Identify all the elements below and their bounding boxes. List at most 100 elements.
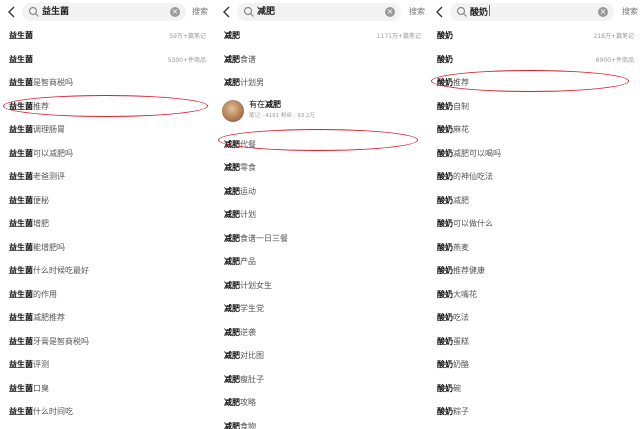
- suggestion-row[interactable]: 减肥逆袭: [215, 321, 425, 345]
- suggestion-suffix: 瘦肚子: [240, 374, 264, 384]
- suggestion-row[interactable]: 益生菌增肥: [0, 212, 210, 236]
- clear-icon[interactable]: ×: [170, 7, 180, 17]
- suggestion-keyword: 益生菌: [9, 266, 33, 275]
- suggestion-text: 益生菌老爸测评: [9, 171, 65, 182]
- suggestion-row[interactable]: 酸奶蛋糕: [428, 330, 638, 354]
- suggestion-row[interactable]: 酸奶大嘴花: [428, 283, 638, 307]
- suggestion-text: 减肥计划女生: [224, 280, 272, 291]
- suggestion-row[interactable]: 酸奶自制: [428, 95, 638, 119]
- clear-icon[interactable]: ×: [598, 7, 608, 17]
- suggestion-suffix: 老爸测评: [33, 172, 65, 181]
- suggestion-row[interactable]: 酸奶减肥: [428, 189, 638, 213]
- suggestion-row[interactable]: 减肥产品: [215, 250, 425, 274]
- suggestion-row[interactable]: 酸奶燕麦: [428, 236, 638, 260]
- suggestion-text: 酸奶自制: [437, 101, 469, 112]
- suggestion-row[interactable]: 益生菌能增肥吗: [0, 236, 210, 260]
- suggestion-text: 减肥产品: [224, 256, 256, 267]
- suggestion-row[interactable]: 益生菌老爸测评: [0, 165, 210, 189]
- suggestion-row[interactable]: 益生菌什么时间吃: [0, 400, 210, 424]
- suggestion-row[interactable]: 减肥学生党: [215, 297, 425, 321]
- user-suggestion-row[interactable]: 有在减肥 笔记 · 4161 粉丝 · 93.2万: [215, 95, 425, 133]
- suggestion-count: 1171万+篇笔记: [376, 33, 421, 40]
- suggestion-row[interactable]: 酸奶的神仙吃法: [428, 165, 638, 189]
- suggestion-count: 6900+件商品: [595, 56, 634, 64]
- search-input[interactable]: 酸奶 ×: [450, 3, 614, 21]
- suggestion-suffix: 吃法: [453, 313, 469, 322]
- suggestion-text: 减肥逆袭: [224, 327, 256, 338]
- clear-icon[interactable]: ×: [385, 7, 395, 17]
- suggestion-text: 减肥运动: [224, 186, 256, 197]
- suggestion-row[interactable]: 益生菌可以减肥吗: [0, 142, 210, 166]
- suggestion-keyword: 减肥: [224, 280, 240, 290]
- suggestion-row[interactable]: 减肥对比图: [215, 344, 425, 368]
- back-arrow-icon[interactable]: [5, 4, 19, 20]
- suggestion-suffix: 学生党: [240, 304, 264, 313]
- suggestion-text: 酸奶吃法: [437, 312, 469, 323]
- search-input[interactable]: 益生菌 ×: [22, 3, 186, 21]
- search-query-text: 减肥: [257, 7, 276, 17]
- suggestion-row[interactable]: 益生菌调理肠胃: [0, 118, 210, 142]
- suggestion-text: 减肥对比图: [224, 350, 264, 361]
- suggestion-suffix: 什么时间吃: [33, 407, 73, 416]
- suggestion-suffix: 减肥: [453, 195, 469, 205]
- suggestion-keyword: 益生菌: [9, 360, 33, 369]
- suggestion-row[interactable]: 酸奶推荐健康: [428, 259, 638, 283]
- suggestion-row[interactable]: 减肥食谱一日三餐: [215, 227, 425, 251]
- suggestion-row[interactable]: 酸奶麻花: [428, 118, 638, 142]
- suggestion-keyword: 减肥: [224, 78, 240, 87]
- suggestion-row[interactable]: 益生菌口臭: [0, 377, 210, 401]
- suggestion-keyword: 益生菌: [9, 313, 33, 322]
- suggestion-text: 酸奶: [437, 54, 453, 65]
- text-cursor: [489, 5, 491, 16]
- search-input[interactable]: 减肥 ×: [237, 3, 401, 21]
- search-button[interactable]: 搜索: [192, 6, 208, 17]
- suggestion-row[interactable]: 减肥运动: [215, 180, 425, 204]
- suggestion-list: 减肥 1171万+篇笔记 减肥食谱 减肥计划男 有在减肥 笔记 · 4161 粉丝 ·…: [215, 24, 425, 429]
- highlight-oval: [3, 95, 208, 117]
- suggestion-keyword: 减肥: [224, 186, 240, 196]
- suggestion-row[interactable]: 减肥计划男: [215, 71, 425, 95]
- suggestion-row[interactable]: 益生菌 59万+篇笔记: [0, 24, 210, 48]
- suggestion-row[interactable]: 减肥瘦肚子: [215, 368, 425, 392]
- search-button[interactable]: 搜索: [622, 6, 638, 17]
- suggestion-row[interactable]: 酸奶可以做什么: [428, 212, 638, 236]
- suggestion-keyword: 酸奶: [437, 54, 453, 64]
- suggestion-row[interactable]: 酸奶 6900+件商品: [428, 48, 638, 72]
- suggestion-row[interactable]: 减肥攻略: [215, 391, 425, 415]
- search-screen-weightloss: 减肥 × 搜索 减肥 1171万+篇笔记 减肥食谱 减肥计划男 有在减肥 笔记 · 4…: [215, 0, 425, 429]
- suggestion-text: 酸奶大嘴花: [437, 289, 477, 300]
- suggestion-row[interactable]: 酸奶碗: [428, 377, 638, 401]
- back-arrow-icon[interactable]: [220, 4, 234, 20]
- suggestion-text: 益生菌: [9, 30, 33, 41]
- suggestion-row[interactable]: 益生菌是智商税吗: [0, 71, 210, 95]
- suggestion-row[interactable]: 减肥 1171万+篇笔记: [215, 24, 425, 48]
- search-icon: [243, 6, 254, 17]
- suggestion-row[interactable]: 益生菌什么时候吃最好: [0, 259, 210, 283]
- suggestion-row[interactable]: 益生菌便秘: [0, 189, 210, 213]
- back-arrow-icon[interactable]: [433, 4, 447, 20]
- suggestion-row[interactable]: 减肥计划女生: [215, 274, 425, 298]
- suggestion-row[interactable]: 酸奶 218万+篇笔记: [428, 24, 638, 48]
- search-icon: [456, 6, 467, 17]
- suggestion-row[interactable]: 酸奶粽子: [428, 400, 638, 424]
- suggestion-suffix: 评测: [33, 360, 49, 369]
- suggestion-row[interactable]: 酸奶奶酪: [428, 353, 638, 377]
- suggestion-text: 酸奶麻花: [437, 124, 469, 135]
- suggestion-row[interactable]: 减肥零食: [215, 156, 425, 180]
- suggestion-row[interactable]: 益生菌的作用: [0, 283, 210, 307]
- suggestion-row[interactable]: 酸奶减肥可以喝吗: [428, 142, 638, 166]
- user-name: 有在减肥: [249, 99, 281, 109]
- suggestion-row[interactable]: 酸奶吃法: [428, 306, 638, 330]
- search-button[interactable]: 搜索: [409, 6, 425, 17]
- suggestion-row[interactable]: 减肥食物: [215, 415, 425, 429]
- suggestion-suffix: 计划男: [240, 78, 264, 87]
- suggestion-row[interactable]: 减肥计划: [215, 203, 425, 227]
- suggestion-row[interactable]: 益生菌 5300+件商品: [0, 48, 210, 72]
- suggestion-suffix: 减肥可以喝吗: [453, 148, 501, 158]
- suggestion-row[interactable]: 益生菌牙膏是智商税吗: [0, 330, 210, 354]
- suggestion-row[interactable]: 益生菌评测: [0, 353, 210, 377]
- suggestion-count: 218万+篇笔记: [593, 33, 634, 40]
- suggestion-keyword: 酸奶: [437, 101, 453, 111]
- suggestion-row[interactable]: 益生菌减肥推荐: [0, 306, 210, 330]
- suggestion-row[interactable]: 减肥食谱: [215, 48, 425, 72]
